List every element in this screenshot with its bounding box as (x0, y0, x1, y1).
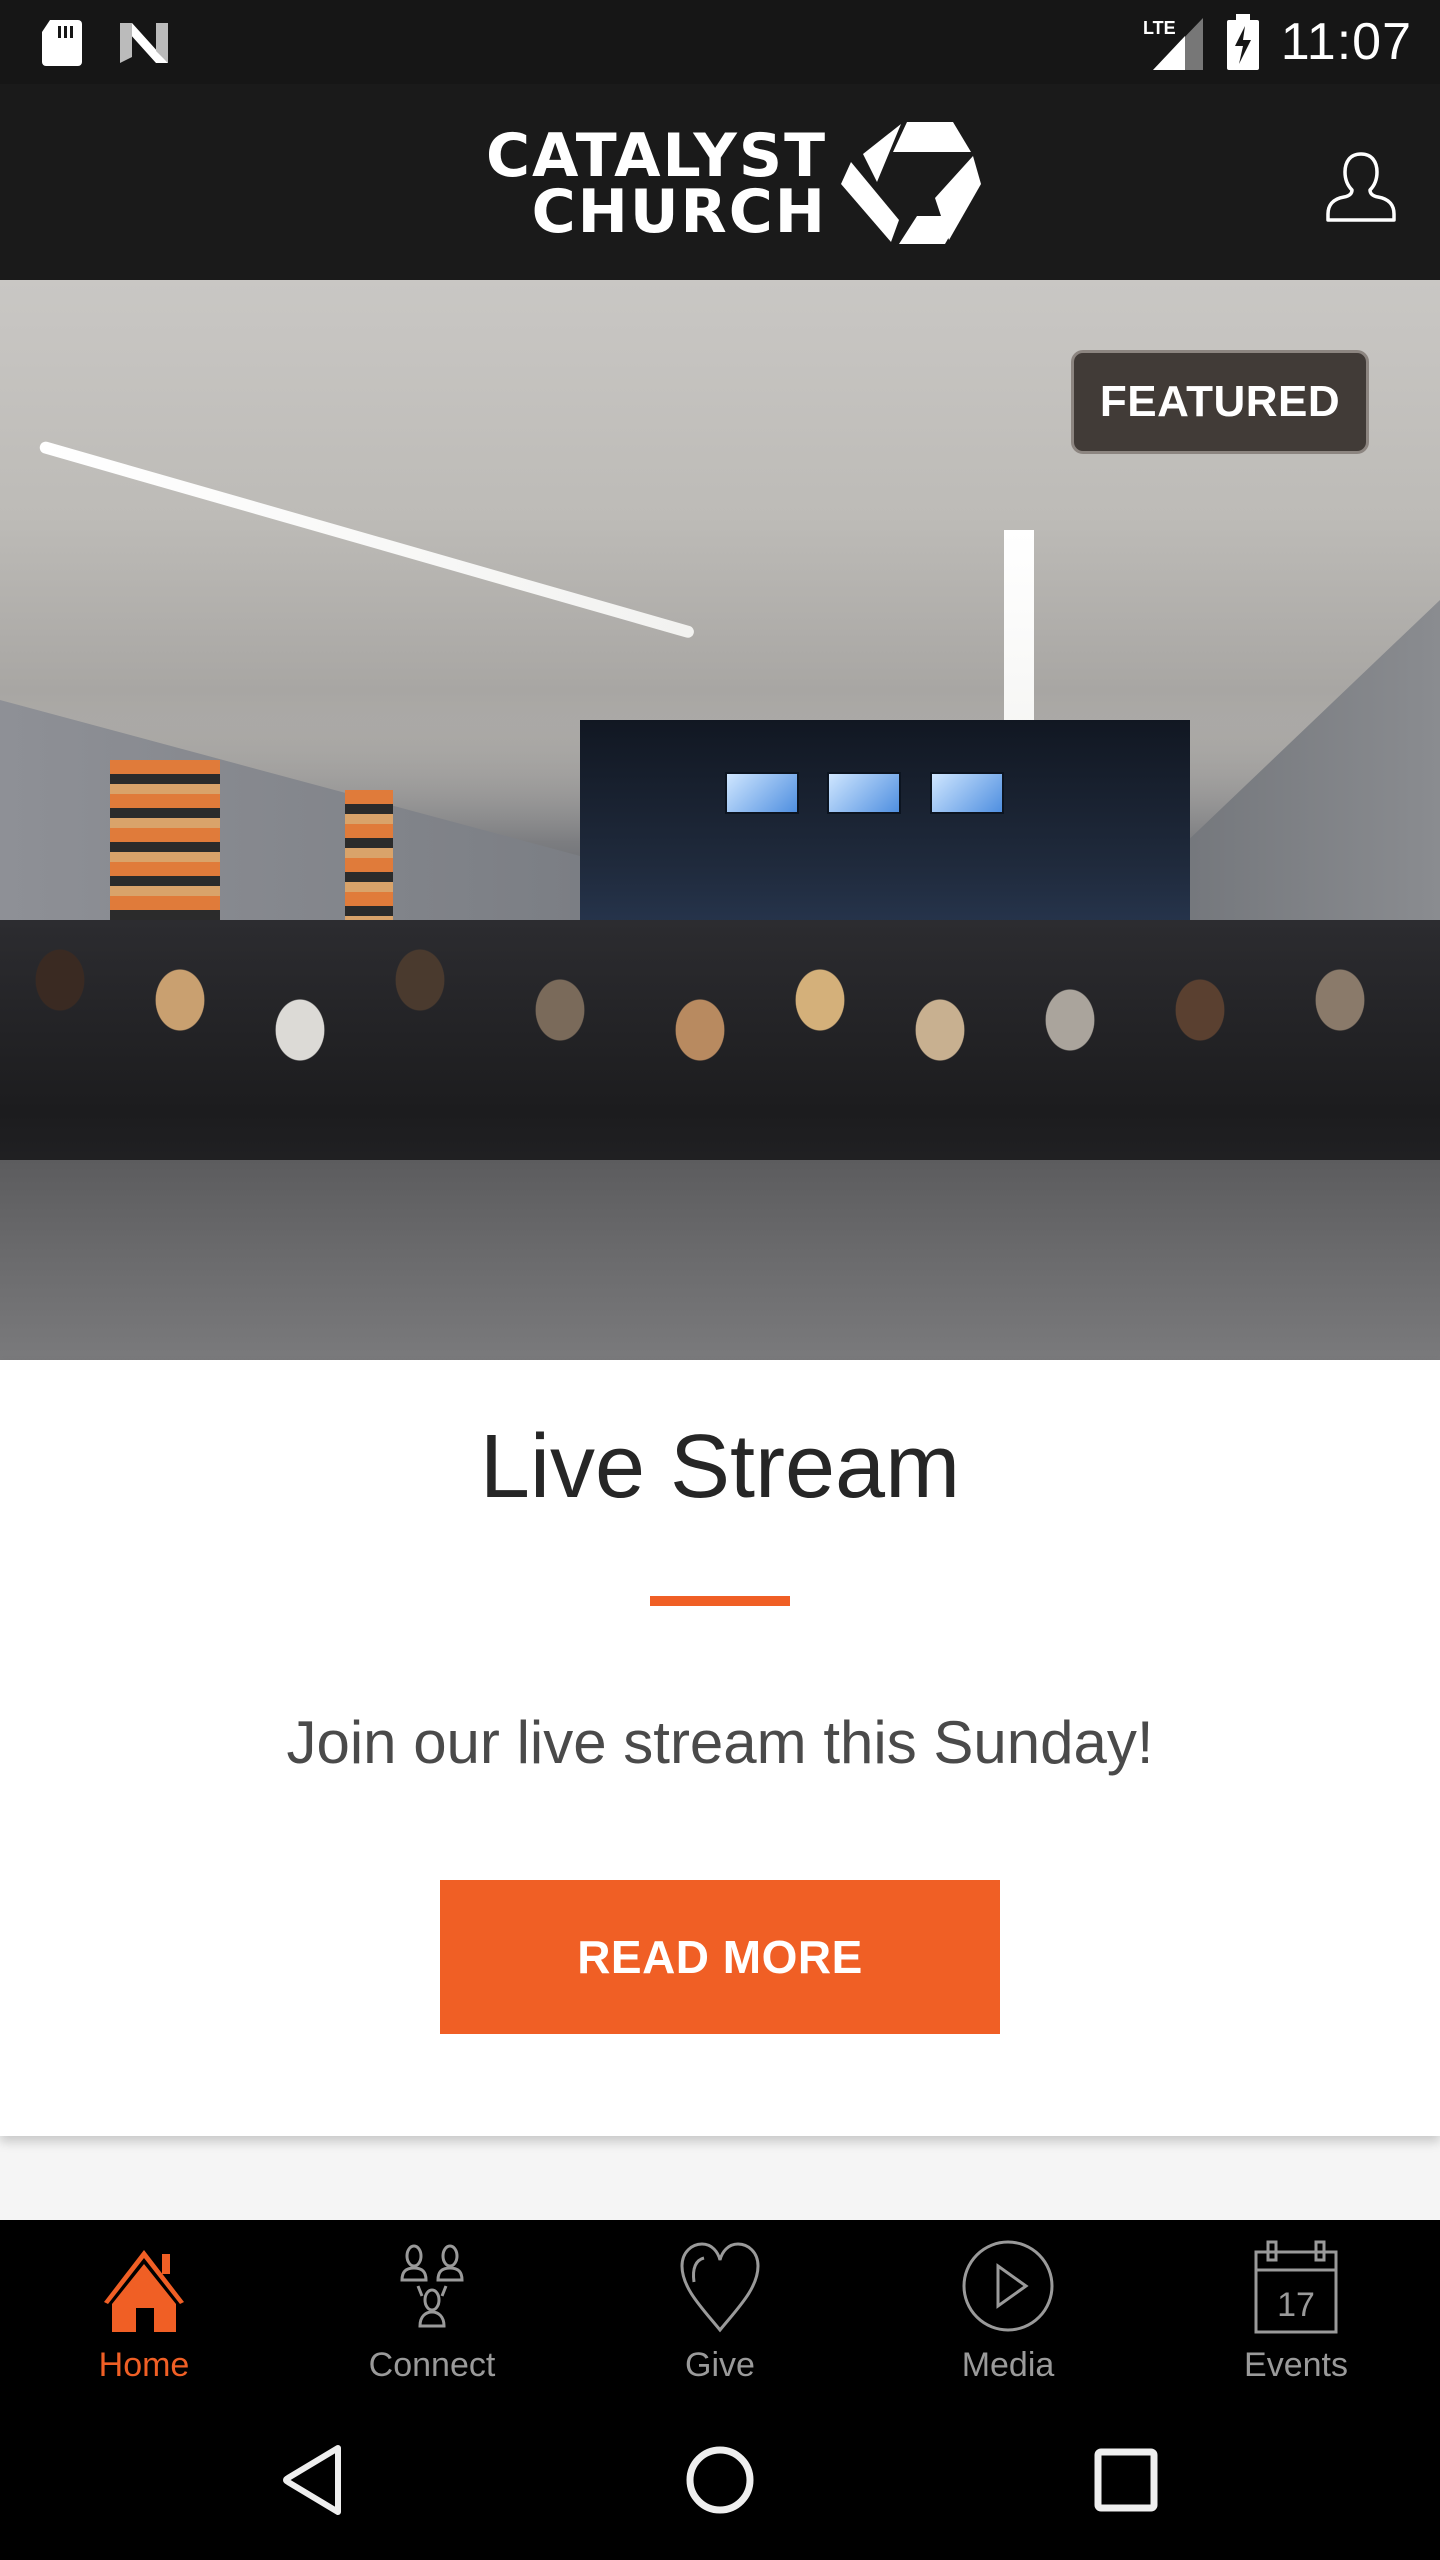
n-notification-icon (120, 23, 168, 63)
logo-line-1: CATALYST (486, 121, 827, 191)
system-navigation-bar (0, 2400, 1440, 2560)
recents-icon[interactable] (1086, 2440, 1166, 2520)
nav-label-events: Events (1244, 2346, 1348, 2384)
nav-item-events[interactable]: 17 Events (1152, 2220, 1440, 2400)
featured-card: Live Stream Join our live stream this Su… (0, 1360, 1440, 2136)
nav-item-media[interactable]: Media (864, 2220, 1152, 2400)
catalyst-church-logo[interactable]: CATALYST CHURCH (486, 122, 981, 246)
nav-item-give[interactable]: Give (576, 2220, 864, 2400)
nav-label-connect: Connect (368, 2346, 496, 2384)
nav-label-home: Home (98, 2346, 190, 2384)
sd-card-icon (42, 20, 82, 66)
heart-icon (680, 2242, 760, 2333)
nav-label-give: Give (685, 2346, 755, 2384)
lte-signal-icon: LTE (1143, 18, 1203, 70)
home-icon (104, 2250, 184, 2332)
user-profile-icon[interactable] (1324, 150, 1398, 224)
nav-item-home[interactable]: Home (0, 2220, 288, 2400)
people-icon (400, 2244, 464, 2328)
calendar-day: 17 (1277, 2286, 1315, 2324)
read-more-button[interactable]: READ MORE (440, 1880, 1000, 2034)
calendar-icon: 17 (1254, 2240, 1338, 2334)
card-description: Join our live stream this Sunday! (286, 1709, 1154, 1776)
featured-badge: FEATURED (1071, 350, 1369, 454)
battery-charging-icon (1226, 14, 1259, 70)
title-divider (650, 1596, 790, 1606)
home-circle-icon[interactable] (680, 2440, 760, 2520)
card-title: Live Stream (479, 1417, 961, 1517)
logo-hexagon-icon (841, 122, 981, 244)
status-time: 11:07 (1280, 13, 1412, 71)
bottom-navigation: Home Connect Give Media 17 Events (0, 2220, 1440, 2400)
app-header: CATALYST CHURCH (0, 84, 1440, 280)
logo-line-2: CHURCH (531, 177, 827, 247)
play-circle-icon (962, 2240, 1054, 2332)
app-screen: LTE 11:07 CATALYST CHURCH FEATURED Live … (0, 0, 1440, 2560)
nav-item-connect[interactable]: Connect (288, 2220, 576, 2400)
nav-label-media: Media (961, 2346, 1055, 2384)
svg-text:LTE: LTE (1143, 18, 1176, 38)
status-bar: LTE 11:07 (0, 0, 1440, 84)
back-icon[interactable] (276, 2440, 356, 2520)
